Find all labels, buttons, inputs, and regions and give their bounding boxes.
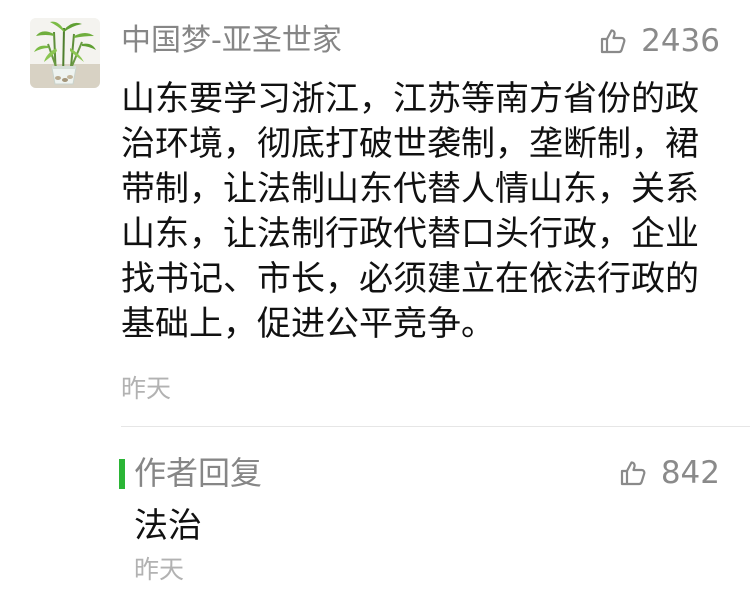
comment-author[interactable]: 中国梦-亚圣世家 <box>121 20 342 62</box>
reply-divider <box>121 426 750 427</box>
user-avatar[interactable] <box>30 18 100 88</box>
comment-like-count: 2436 <box>641 23 720 59</box>
comment-content-line: 带制，让法制山东代替人情山东，关系 <box>121 169 699 209</box>
comment-content-line: 治环境，彻底打破世袭制，垄断制，裙 <box>121 124 699 164</box>
reply-like-count: 842 <box>660 455 720 491</box>
author-reply-accent-bar <box>119 459 125 489</box>
author-reply-timestamp: 昨天 <box>134 555 185 584</box>
comment-card: 中国梦-亚圣世家 2436 山东要学习浙江，江苏等南方省份的政 治环境，彻底打破… <box>0 0 750 607</box>
thumbs-up-icon <box>620 461 646 486</box>
comment-content: 山东要学习浙江，江苏等南方省份的政 治环境，彻底打破世袭制，垄断制，裙 带制，让… <box>121 77 721 347</box>
comment-content-line: 山东要学习浙江，江苏等南方省份的政 <box>121 79 699 119</box>
reply-like-button[interactable]: 842 <box>619 451 720 495</box>
comment-timestamp: 昨天 <box>121 374 172 403</box>
comment-content-line: 找书记、市长，必须建立在依法行政的 <box>121 259 699 299</box>
comment-content-line: 基础上，促进公平竞争。 <box>121 304 495 344</box>
comment-content-line: 山东，让法制行政代替口头行政，企业 <box>121 214 699 254</box>
author-reply-title: 作者回复 <box>134 454 263 492</box>
thumbs-up-icon <box>600 29 626 54</box>
bamboo-plant-avatar-image <box>30 18 100 88</box>
author-reply-content: 法治 <box>134 506 202 546</box>
comment-like-button[interactable]: 2436 <box>599 20 720 62</box>
